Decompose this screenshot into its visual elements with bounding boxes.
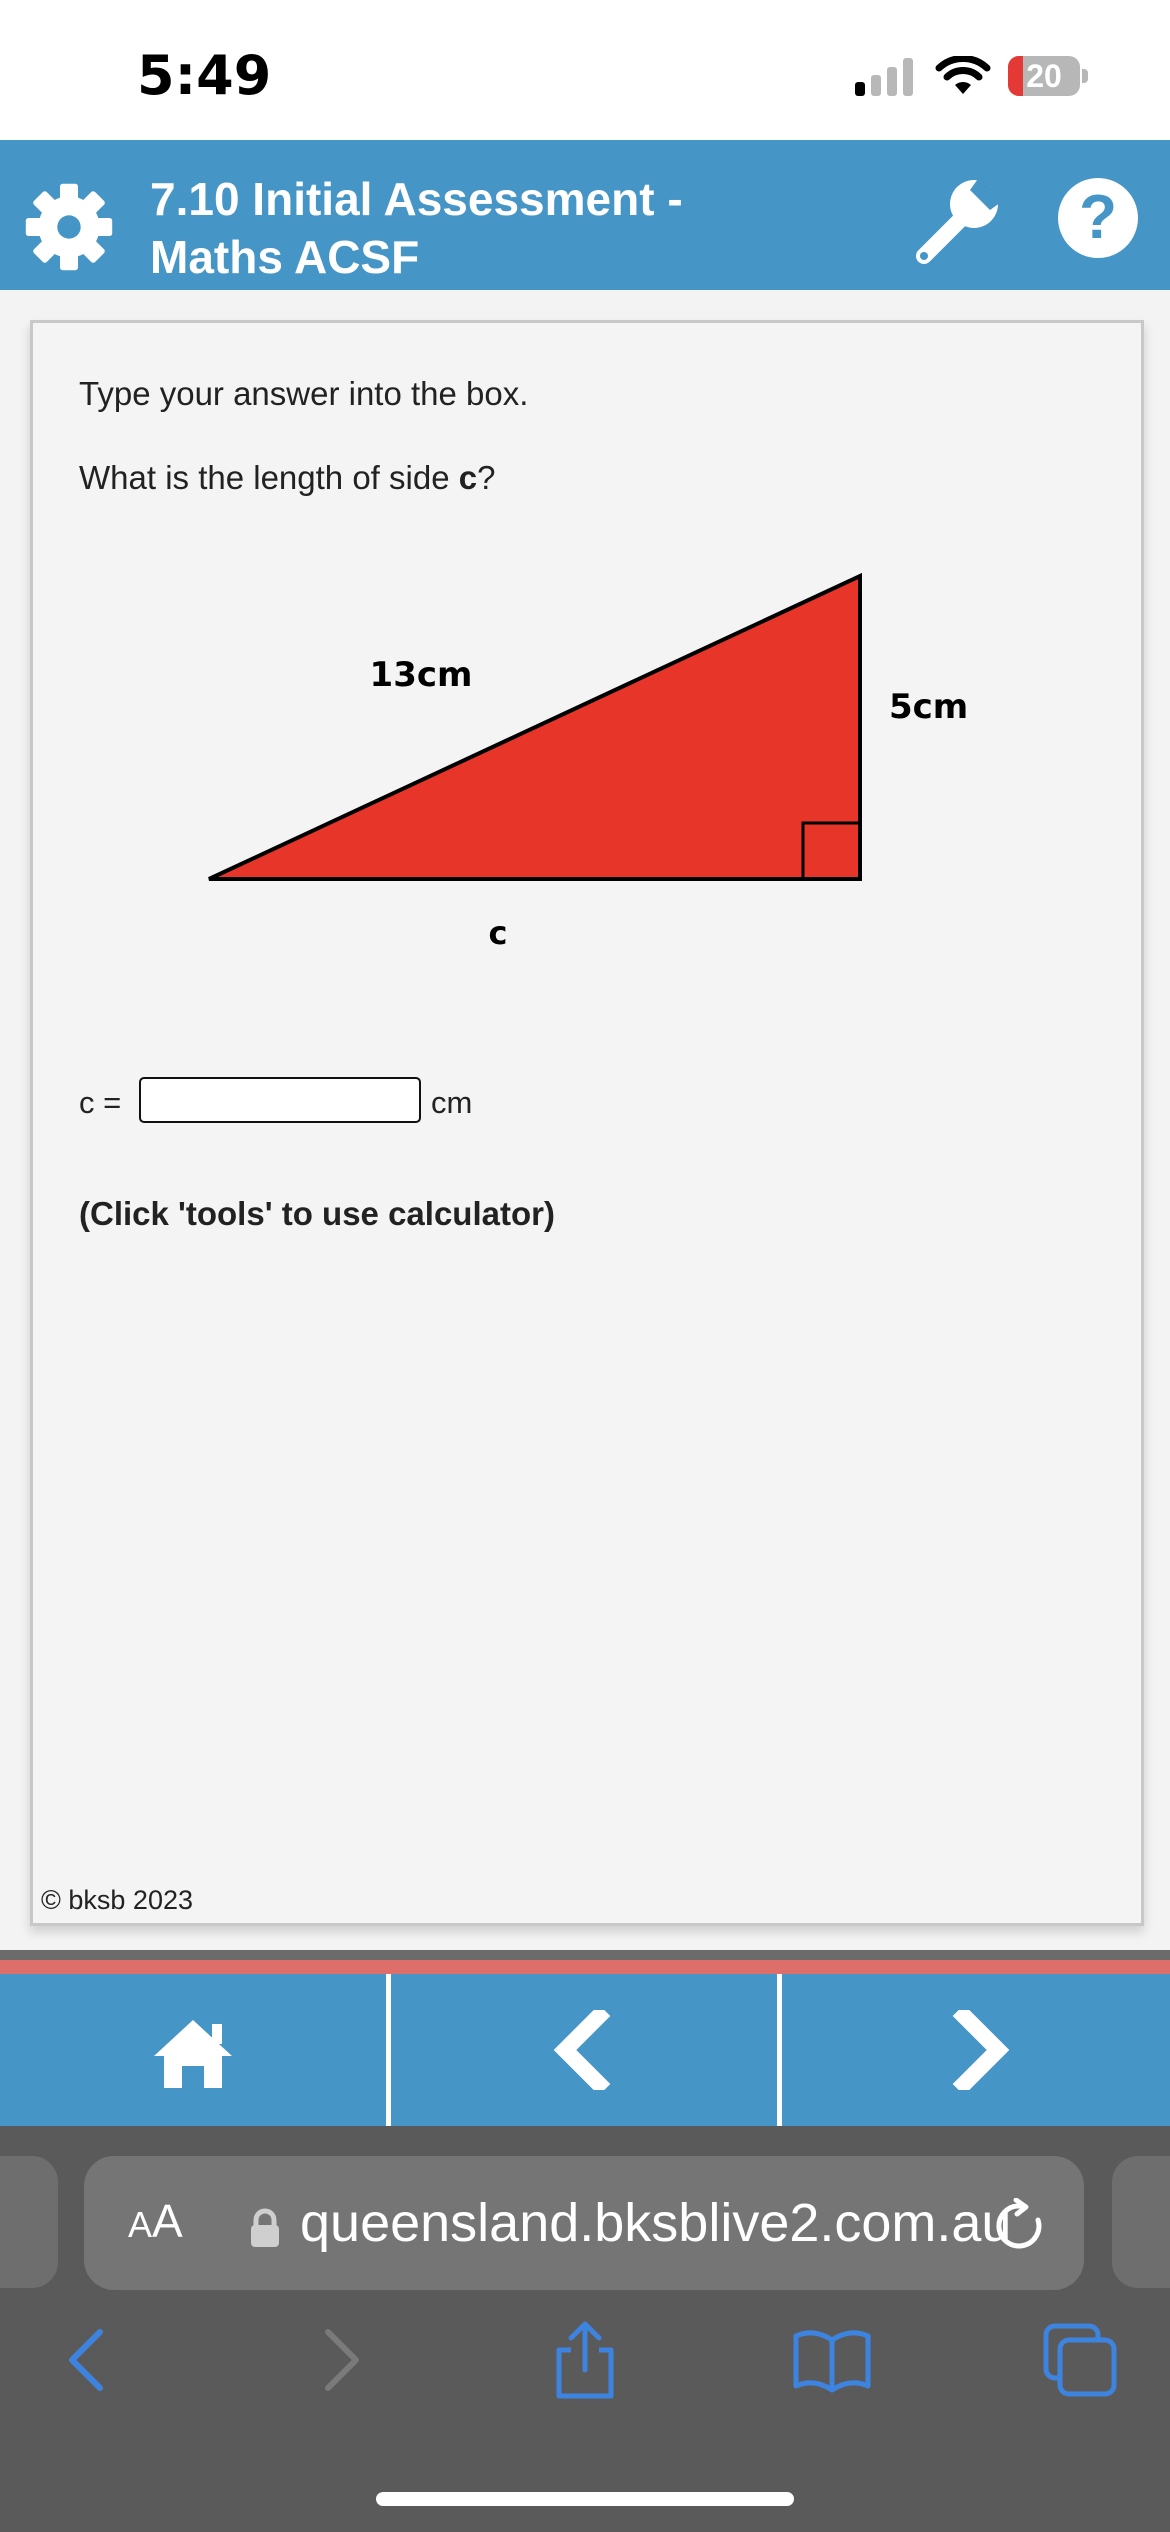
copyright-text: © bksb 2023	[41, 1885, 193, 1915]
tabs-icon[interactable]	[1040, 2320, 1120, 2400]
back-arrow-icon[interactable]	[48, 2320, 128, 2400]
bookmarks-book-icon[interactable]	[792, 2320, 872, 2400]
address-bar[interactable]: AA queensland.bksblive2.com.au	[84, 2156, 1084, 2290]
chevron-right-icon	[952, 2010, 1010, 2090]
answer-unit: cm	[431, 1085, 473, 1120]
answer-label: c =	[79, 1085, 122, 1120]
page-title: 7.10 Initial Assessment - Maths ACSF	[150, 170, 790, 286]
instruction-text: Type your answer into the box.	[79, 375, 529, 412]
app-header: 7.10 Initial Assessment - Maths ACSF ?	[0, 140, 1170, 290]
title-line-2: Maths ACSF	[150, 231, 420, 283]
right-triangle	[208, 572, 862, 881]
share-icon[interactable]	[545, 2320, 625, 2400]
cellular-signal-icon	[855, 58, 913, 96]
aa-large: A	[152, 2195, 183, 2247]
battery-indicator: 20	[1008, 56, 1088, 98]
next-tab-preview[interactable]	[1112, 2156, 1170, 2288]
home-indicator	[376, 2492, 794, 2506]
status-bar: 5:49 20	[0, 0, 1170, 140]
hypotenuse-label: 13cm	[370, 655, 473, 695]
battery-level: 20	[1026, 58, 1062, 94]
bottom-nav	[0, 1974, 1170, 2126]
base-label: c	[489, 914, 508, 952]
settings-gear-icon[interactable]	[24, 182, 114, 272]
url-text: queensland.bksblive2.com.au	[300, 2193, 1012, 2253]
home-button[interactable]	[0, 1974, 386, 2126]
reload-icon[interactable]	[992, 2198, 1048, 2254]
nav-accent-strip	[0, 1960, 1170, 1974]
question-suffix: ?	[477, 459, 496, 496]
side-label: 5cm	[889, 687, 968, 727]
reader-text-size-button[interactable]: AA	[128, 2194, 183, 2248]
question-card: Type your answer into the box. What is t…	[30, 320, 1144, 1926]
question-text: What is the length of side c?	[79, 459, 495, 497]
next-button[interactable]	[782, 1974, 1168, 2126]
help-icon[interactable]: ?	[1058, 178, 1138, 258]
title-line-1: 7.10 Initial Assessment -	[150, 173, 683, 225]
home-icon	[154, 2020, 232, 2088]
question-variable: c	[458, 459, 478, 496]
forward-arrow-icon[interactable]	[300, 2320, 380, 2400]
calculator-hint: (Click 'tools' to use calculator)	[79, 1195, 555, 1232]
previous-tab-preview[interactable]	[0, 2156, 58, 2288]
wifi-icon	[935, 56, 991, 94]
lock-icon	[251, 2208, 279, 2247]
triangle-diagram: 13cm 5cm c	[208, 572, 968, 952]
aa-small: A	[128, 2204, 153, 2245]
status-time: 5:49	[137, 44, 272, 107]
answer-input[interactable]	[139, 1077, 421, 1123]
tools-wrench-icon[interactable]	[910, 170, 1010, 270]
previous-button[interactable]	[391, 1974, 777, 2126]
chevron-left-icon	[553, 2010, 611, 2090]
question-prefix: What is the length of side	[79, 459, 459, 496]
